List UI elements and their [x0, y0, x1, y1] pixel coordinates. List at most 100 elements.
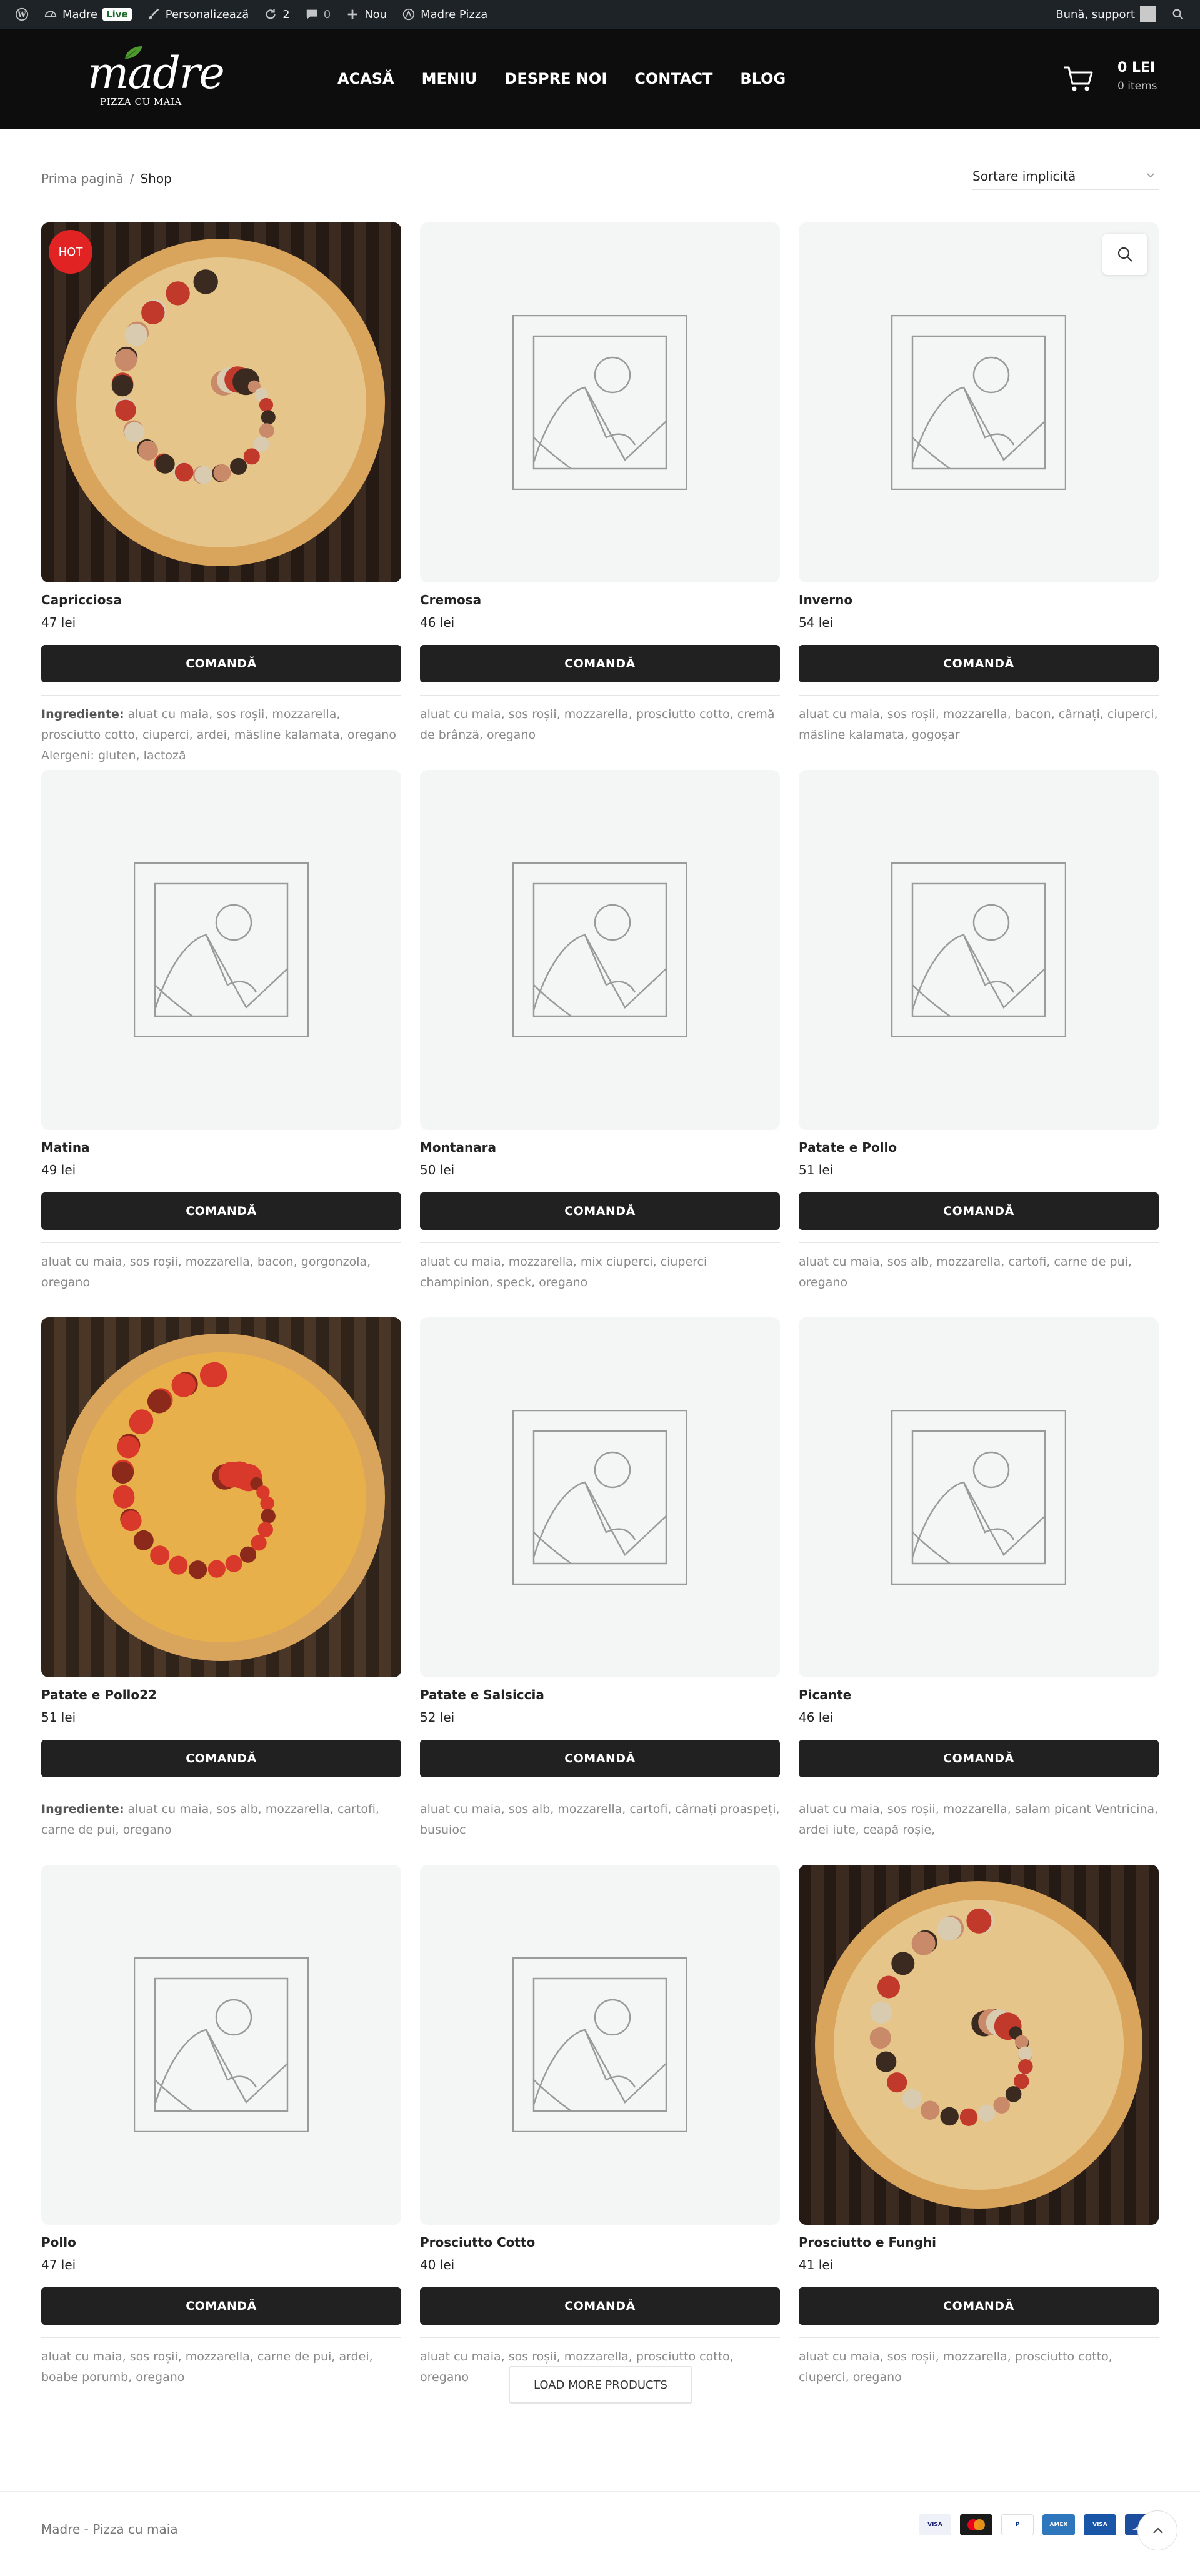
- card-divider: [41, 695, 401, 696]
- product-title[interactable]: Montanara: [420, 1140, 780, 1159]
- admin-search[interactable]: [1164, 0, 1192, 29]
- order-button[interactable]: COMANDĂ: [799, 1192, 1159, 1230]
- order-button[interactable]: COMANDĂ: [420, 1740, 780, 1777]
- product-description: aluat cu maia, sos roșii, mozzarella, pr…: [799, 2347, 1159, 2388]
- image-placeholder-icon: [134, 862, 309, 1037]
- order-button[interactable]: COMANDĂ: [41, 1192, 401, 1230]
- product-image[interactable]: [420, 1317, 780, 1677]
- card-divider: [41, 1242, 401, 1243]
- product-image[interactable]: [799, 770, 1159, 1130]
- product-image[interactable]: [41, 770, 401, 1130]
- breadcrumb-home[interactable]: Prima pagină: [41, 171, 124, 186]
- product-grid: HOT Capricciosa 47 lei COMANDĂ Ingrediente: …: [0, 222, 1200, 2491]
- search-icon: [1172, 9, 1184, 20]
- order-button[interactable]: COMANDĂ: [41, 2287, 401, 2325]
- product-title[interactable]: Capricciosa: [41, 592, 401, 611]
- nav-home[interactable]: ACASĂ: [338, 70, 394, 87]
- customize-link[interactable]: Personalizează: [139, 0, 257, 29]
- product-price: 47 lei: [41, 615, 76, 630]
- svg-text:W: W: [17, 11, 26, 19]
- quick-view-button[interactable]: [1102, 234, 1148, 275]
- order-button[interactable]: COMANDĂ: [799, 2287, 1159, 2325]
- ingredients-text: aluat cu maia, sos roșii, mozzarella, pr…: [420, 707, 775, 742]
- product-title[interactable]: Patate e Salsiccia: [420, 1687, 780, 1706]
- nav-contact[interactable]: CONTACT: [634, 70, 712, 87]
- customize-label: Personalizează: [165, 7, 249, 21]
- madre-pizza-link[interactable]: Madre Pizza: [394, 0, 495, 29]
- product-title[interactable]: Patate e Pollo22: [41, 1687, 401, 1706]
- product-description: aluat cu maia, sos alb, mozzarella, cart…: [799, 1252, 1159, 1293]
- product-image[interactable]: [41, 1317, 401, 1677]
- product-image[interactable]: [420, 222, 780, 582]
- mastercard-icon: [960, 2514, 992, 2535]
- site-name-menu[interactable]: Madre Live: [36, 0, 139, 29]
- product-title[interactable]: Inverno: [799, 592, 1159, 611]
- image-placeholder-icon: [512, 1410, 688, 1585]
- order-button[interactable]: COMANDĂ: [41, 645, 401, 682]
- sort-select[interactable]: Sortare implicită: [972, 165, 1159, 190]
- order-button[interactable]: COMANDĂ: [41, 1740, 401, 1777]
- pizza-photo: [41, 1317, 401, 1677]
- product-title[interactable]: Picante: [799, 1687, 1159, 1706]
- ingredients-text: aluat cu maia, sos roșii, mozzarella, pr…: [799, 2350, 1112, 2384]
- product-image[interactable]: [420, 770, 780, 1130]
- magnifier-icon: [1118, 247, 1132, 262]
- updates-link[interactable]: 2: [256, 0, 297, 29]
- product-title[interactable]: Patate e Pollo: [799, 1140, 1159, 1159]
- header-cart[interactable]: 0 LEI 0 items: [1062, 60, 1162, 97]
- product-image[interactable]: [41, 1865, 401, 2225]
- product-image[interactable]: [799, 222, 1159, 582]
- site-logo[interactable]: madre PIZZA CU MAIA: [88, 45, 225, 114]
- product-title[interactable]: Prosciutto e Funghi: [799, 2235, 1159, 2254]
- account-menu[interactable]: Bună, support: [1048, 0, 1164, 29]
- order-button[interactable]: COMANDĂ: [420, 645, 780, 682]
- ingredients-text: aluat cu maia, sos alb, mozzarella, cart…: [420, 1802, 780, 1837]
- cart-icon: [1064, 66, 1093, 91]
- greeting: Bună, support: [1056, 7, 1135, 21]
- nav-blog[interactable]: BLOG: [740, 70, 786, 87]
- product-description: aluat cu maia, sos roșii, mozzarella, pr…: [420, 704, 780, 746]
- product-image[interactable]: HOT: [41, 222, 401, 582]
- product-title[interactable]: Cremosa: [420, 592, 780, 611]
- new-label: Nou: [364, 7, 388, 21]
- new-content-link[interactable]: Nou: [338, 0, 394, 29]
- comments-link[interactable]: 0: [298, 0, 338, 29]
- product-card: Patate e Pollo22 51 lei COMANDĂ Ingrediente…: [41, 1317, 401, 1840]
- product-image[interactable]: [799, 1317, 1159, 1677]
- ingredients-text: aluat cu maia, sos roșii, mozzarella, ba…: [41, 1255, 371, 1289]
- product-image[interactable]: [799, 1865, 1159, 2225]
- product-title[interactable]: Pollo: [41, 2235, 401, 2254]
- sort-selected: Sortare implicită: [972, 169, 1076, 184]
- order-button[interactable]: COMANDĂ: [799, 1740, 1159, 1777]
- scroll-to-top-button[interactable]: [1138, 2510, 1178, 2550]
- product-card: Prosciutto e Funghi 41 lei COMANDĂ aluat cu…: [799, 1865, 1159, 2388]
- amex-icon: AMEX: [1042, 2514, 1075, 2535]
- image-placeholder-icon: [512, 1957, 688, 2132]
- ingredients-text: aluat cu maia, sos roșii, mozzarella, ba…: [799, 707, 1158, 742]
- card-divider: [41, 2337, 401, 2338]
- pizza-photo: [41, 222, 401, 582]
- load-more-button[interactable]: LOAD MORE PRODUCTS: [509, 2366, 692, 2404]
- plugin-label: Madre Pizza: [421, 7, 488, 21]
- product-image[interactable]: [420, 1865, 780, 2225]
- order-button[interactable]: COMANDĂ: [799, 645, 1159, 682]
- wordpress-menu[interactable]: W: [8, 0, 36, 29]
- product-title[interactable]: Matina: [41, 1140, 401, 1159]
- product-card: Matina 49 lei COMANDĂ aluat cu maia, sos ro…: [41, 770, 401, 1293]
- product-card: Picante 46 lei COMANDĂ aluat cu maia, sos r…: [799, 1317, 1159, 1840]
- card-divider: [420, 695, 780, 696]
- product-title[interactable]: Prosciutto Cotto: [420, 2235, 780, 2254]
- breadcrumb-separator: /: [129, 171, 134, 186]
- site-header: madre PIZZA CU MAIA ACASĂ MENIU DESPRE N…: [0, 29, 1200, 129]
- breadcrumb-current: Shop: [140, 171, 172, 186]
- product-price: 47 lei: [41, 2257, 76, 2272]
- order-button[interactable]: COMANDĂ: [420, 2287, 780, 2325]
- dashboard-icon: [44, 11, 57, 17]
- wordpress-icon: W: [15, 7, 29, 21]
- order-button[interactable]: COMANDĂ: [420, 1192, 780, 1230]
- nav-about[interactable]: DESPRE NOI: [504, 70, 607, 87]
- updates-count: 2: [282, 7, 290, 21]
- plus-icon: [348, 9, 358, 19]
- nav-menu[interactable]: MENIU: [422, 70, 478, 87]
- admin-bar: W Madre Live Personalizează 2 0 Nou Madr…: [0, 0, 1200, 29]
